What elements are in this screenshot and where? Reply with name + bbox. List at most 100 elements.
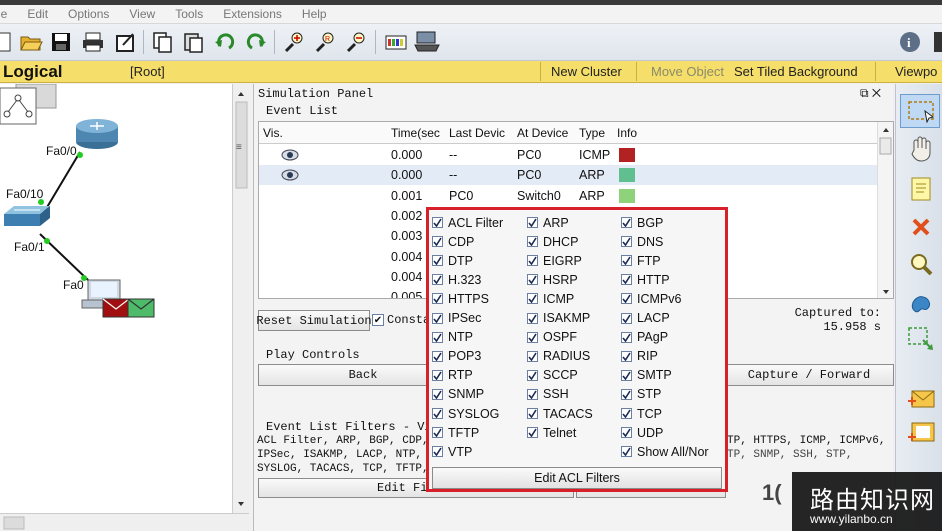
router-icon[interactable]	[76, 119, 118, 149]
zoom-out-icon[interactable]	[343, 29, 369, 55]
filter-checkbox-tcp[interactable]: TCP	[621, 404, 662, 423]
event-info-color-swatch[interactable]	[619, 188, 635, 203]
filter-checkbox-arp[interactable]: ARP	[527, 213, 569, 232]
new-icon[interactable]	[0, 29, 16, 55]
paste-icon[interactable]	[180, 29, 206, 55]
filter-checkbox-eigrp[interactable]: EIGRP	[527, 251, 582, 270]
custom-device-icon[interactable]	[414, 29, 440, 55]
filter-checkbox-dhcp[interactable]: DHCP	[527, 232, 578, 251]
inspect-icon[interactable]	[906, 250, 936, 280]
menu-item-extensions[interactable]: Extensions	[213, 7, 292, 21]
splitter-handle[interactable]: ≡	[236, 142, 242, 153]
info-icon[interactable]: i	[897, 29, 923, 55]
filter-checkbox-h-323[interactable]: H.323	[432, 270, 481, 289]
event-info-color-swatch[interactable]	[619, 148, 635, 162]
logical-canvas[interactable]: Fa0/0 Fa0/10 Fa0/1 Fa0	[0, 84, 232, 530]
filter-checkbox-https[interactable]: HTTPS	[432, 289, 489, 308]
filter-checkbox-http[interactable]: HTTP	[621, 270, 670, 289]
new-cluster-button[interactable]: New Cluster	[551, 64, 622, 79]
menu-item-tools[interactable]: Tools	[165, 7, 213, 21]
menu-item-options[interactable]: Options	[58, 7, 119, 21]
edit-acl-filters-button[interactable]: Edit ACL Filters	[432, 467, 722, 489]
switch-icon[interactable]	[4, 206, 50, 226]
filter-checkbox-radius[interactable]: RADIUS	[527, 347, 590, 366]
viewport-button[interactable]: Viewpo	[895, 64, 937, 79]
envelope-arp-icon[interactable]	[127, 298, 155, 318]
reset-simulation-button[interactable]: Reset Simulation	[256, 310, 372, 331]
filter-checkbox-syslog[interactable]: SYSLOG	[432, 404, 499, 423]
filter-checkbox-ftp[interactable]: FTP	[621, 251, 661, 270]
filter-checkbox-tftp[interactable]: TFTP	[432, 423, 479, 442]
resize-icon[interactable]	[906, 324, 936, 354]
filter-checkbox-isakmp[interactable]: ISAKMP	[527, 309, 590, 328]
canvas-horizontal-scrollbar[interactable]	[0, 513, 249, 531]
event-list-scrollbar[interactable]	[877, 122, 893, 298]
select-icon[interactable]	[900, 94, 940, 128]
column-header[interactable]: Vis.	[263, 126, 283, 140]
filter-checkbox-bgp[interactable]: BGP	[621, 213, 663, 232]
move-object-button[interactable]: Move Object	[651, 64, 724, 79]
menu-item-help[interactable]: Help	[292, 7, 337, 21]
copy-icon[interactable]	[149, 29, 175, 55]
menu-item-le[interactable]: le	[0, 7, 17, 21]
filter-checkbox-show-all-nor[interactable]: Show All/Nor	[621, 442, 709, 461]
draw-shape-icon[interactable]	[906, 289, 936, 319]
constant-delay-checkbox[interactable]: ✔ Consta	[372, 313, 430, 327]
add-complex-pdu-icon[interactable]	[906, 418, 936, 448]
filter-checkbox-icmpv6[interactable]: ICMPv6	[621, 289, 681, 308]
wizard-icon[interactable]	[112, 29, 138, 55]
column-header[interactable]: At Device	[517, 126, 568, 140]
zoom-reset-icon[interactable]: R	[312, 29, 338, 55]
undo-icon[interactable]	[212, 29, 238, 55]
print-icon[interactable]	[80, 29, 106, 55]
root-breadcrumb[interactable]: [Root]	[130, 64, 165, 79]
filter-checkbox-udp[interactable]: UDP	[621, 423, 663, 442]
filter-checkbox-rip[interactable]: RIP	[621, 347, 658, 366]
filter-checkbox-icmp[interactable]: ICMP	[527, 289, 574, 308]
redo-icon[interactable]	[243, 29, 269, 55]
filter-checkbox-pop3[interactable]: POP3	[432, 347, 481, 366]
filter-checkbox-snmp[interactable]: SNMP	[432, 385, 484, 404]
set-tiled-background-button[interactable]: Set Tiled Background	[734, 64, 858, 79]
hand-icon[interactable]	[906, 134, 936, 164]
filter-checkbox-hsrp[interactable]: HSRP	[527, 270, 578, 289]
filter-checkbox-ipsec[interactable]: IPSec	[432, 309, 481, 328]
filter-checkbox-rtp[interactable]: RTP	[432, 366, 473, 385]
add-simple-pdu-icon[interactable]	[906, 384, 936, 414]
column-header[interactable]: Info	[617, 126, 637, 140]
filter-checkbox-cdp[interactable]: CDP	[432, 232, 474, 251]
visibility-eye-icon[interactable]	[281, 169, 299, 184]
menu-item-edit[interactable]: Edit	[17, 7, 58, 21]
event-row[interactable]: 0.000 -- PC0 ICMP	[259, 145, 879, 165]
filter-checkbox-lacp[interactable]: LACP	[621, 309, 670, 328]
filter-checkbox-ospf[interactable]: OSPF	[527, 328, 577, 347]
toolbar-overflow-icon[interactable]	[928, 29, 942, 55]
filter-checkbox-smtp[interactable]: SMTP	[621, 366, 672, 385]
filter-checkbox-ntp[interactable]: NTP	[432, 328, 473, 347]
filter-checkbox-acl-filter[interactable]: ACL Filter	[432, 213, 503, 232]
filter-checkbox-dtp[interactable]: DTP	[432, 251, 473, 270]
event-info-color-swatch[interactable]	[619, 168, 635, 183]
column-header[interactable]: Last Devic	[449, 126, 505, 140]
event-row[interactable]: 0.001 PC0 Switch0 ARP	[259, 186, 879, 206]
filter-checkbox-tacacs[interactable]: TACACS	[527, 404, 593, 423]
filter-checkbox-telnet[interactable]: Telnet	[527, 423, 576, 442]
zoom-in-icon[interactable]	[281, 29, 307, 55]
event-row[interactable]: 0.000 -- PC0 ARP	[259, 165, 879, 186]
filter-checkbox-pagp[interactable]: PAgP	[621, 328, 668, 347]
navigation-icon[interactable]	[0, 84, 57, 125]
panel-float-close-icons[interactable]: ⧉ ✕	[860, 86, 881, 101]
filter-checkbox-ssh[interactable]: SSH	[527, 385, 569, 404]
visibility-eye-icon[interactable]	[281, 149, 299, 164]
save-icon[interactable]	[48, 29, 74, 55]
note-icon[interactable]	[906, 174, 936, 204]
envelope-icmp-icon[interactable]	[102, 298, 130, 318]
palette-icon[interactable]	[383, 29, 409, 55]
filter-checkbox-sccp[interactable]: SCCP	[527, 366, 578, 385]
column-header[interactable]: Time(sec	[391, 126, 440, 140]
open-icon[interactable]	[18, 29, 44, 55]
menu-item-view[interactable]: View	[119, 7, 165, 21]
filter-checkbox-vtp[interactable]: VTP	[432, 442, 472, 461]
capture-forward-button[interactable]: Capture / Forward	[724, 364, 894, 386]
delete-icon[interactable]	[906, 212, 936, 242]
